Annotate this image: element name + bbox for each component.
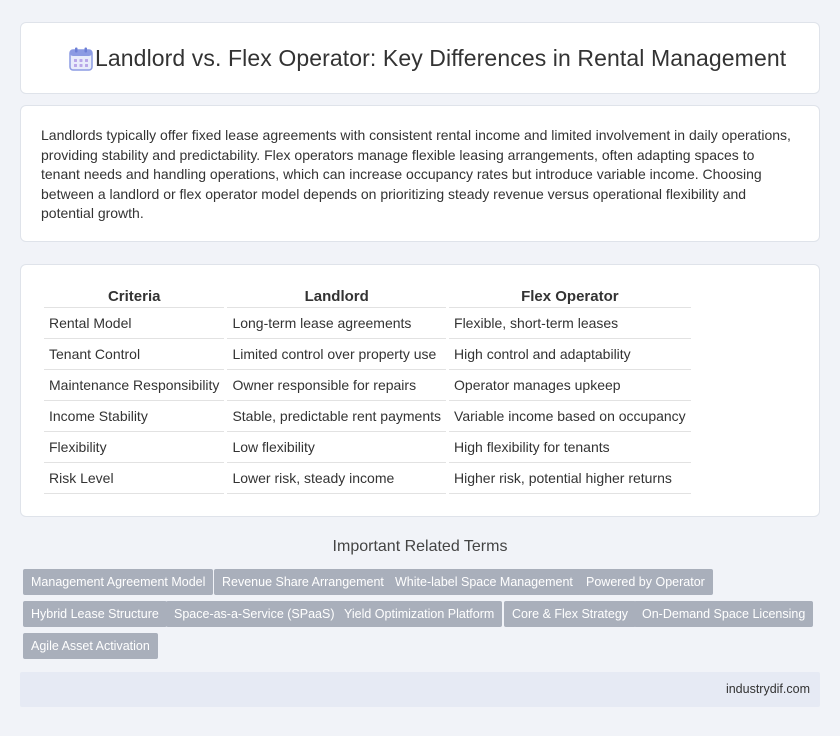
related-term-tag[interactable]: Hybrid Lease Structure [23, 601, 167, 627]
table-row: Flexibility Low flexibility High flexibi… [44, 432, 691, 463]
column-header-landlord: Landlord [227, 283, 447, 308]
intro-card: Landlords typically offer fixed lease ag… [20, 105, 820, 242]
table-cell: Flexible, short-term leases [449, 308, 691, 339]
related-term-tag[interactable]: Core & Flex Strategy [504, 601, 637, 627]
table-cell: Income Stability [44, 401, 225, 432]
column-header-flex-operator: Flex Operator [449, 283, 691, 308]
calendar-icon [69, 47, 93, 71]
footer: industrydif.com [20, 672, 820, 707]
table-row: Tenant Control Limited control over prop… [44, 339, 691, 370]
comparison-card: Criteria Landlord Flex Operator Rental M… [20, 264, 820, 517]
table-cell: Lower risk, steady income [227, 463, 447, 494]
table-cell: Owner responsible for repairs [227, 370, 447, 401]
related-term-tag[interactable]: Yield Optimization Platform [336, 601, 503, 627]
table-cell: Tenant Control [44, 339, 225, 370]
table-cell: High control and adaptability [449, 339, 691, 370]
page-title: Landlord vs. Flex Operator: Key Differen… [95, 45, 787, 71]
related-term-tag[interactable]: On-Demand Space Licensing [634, 601, 814, 627]
table-cell: Flexibility [44, 432, 225, 463]
table-cell: High flexibility for tenants [449, 432, 691, 463]
related-term-tag[interactable]: Agile Asset Activation [23, 633, 158, 659]
related-term-tag[interactable]: Space-as-a-Service (SPaaS) [166, 601, 343, 627]
intro-paragraph: Landlords typically offer fixed lease ag… [41, 127, 791, 221]
table-cell: Long-term lease agreements [227, 308, 447, 339]
table-cell: Risk Level [44, 463, 225, 494]
table-cell: Rental Model [44, 308, 225, 339]
table-cell: Limited control over property use [227, 339, 447, 370]
header-card: Landlord vs. Flex Operator: Key Differen… [20, 22, 820, 94]
table-cell: Higher risk, potential higher returns [449, 463, 691, 494]
related-term-tag[interactable]: White-label Space Management [387, 569, 581, 595]
table-cell: Maintenance Responsibility [44, 370, 225, 401]
related-terms-title: Important Related Terms [332, 538, 508, 555]
table-cell: Stable, predictable rent payments [227, 401, 447, 432]
related-term-tag[interactable]: Management Agreement Model [23, 569, 214, 595]
table-row: Maintenance Responsibility Owner respons… [44, 370, 691, 401]
column-header-criteria: Criteria [44, 283, 225, 308]
table-row: Income Stability Stable, predictable ren… [44, 401, 691, 432]
table-cell: Low flexibility [227, 432, 447, 463]
table-row: Rental Model Long-term lease agreements … [44, 308, 691, 339]
table-cell: Operator manages upkeep [449, 370, 691, 401]
related-term-tag[interactable]: Revenue Share Arrangement [214, 569, 392, 595]
table-row: Risk Level Lower risk, steady income Hig… [44, 463, 691, 494]
table-cell: Variable income based on occupancy [449, 401, 691, 432]
related-term-tag[interactable]: Powered by Operator [578, 569, 713, 595]
footer-site-link[interactable]: industrydif.com [726, 682, 810, 696]
comparison-table: Criteria Landlord Flex Operator Rental M… [41, 283, 694, 494]
table-header-row: Criteria Landlord Flex Operator [44, 283, 691, 308]
